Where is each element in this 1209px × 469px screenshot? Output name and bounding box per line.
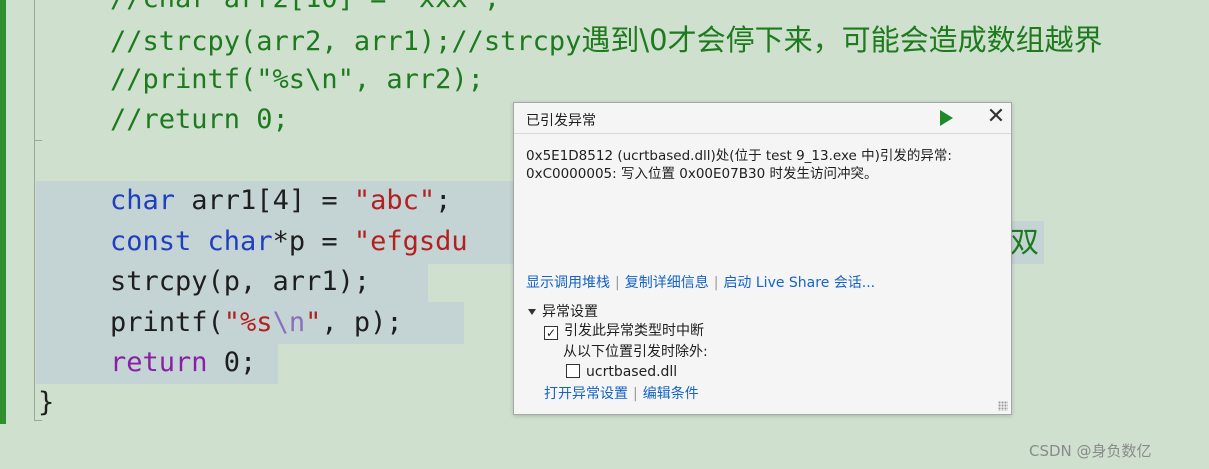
code-comment-cjk: 遇到\0才会停下来，可能会造成数组越界 — [581, 23, 1103, 57]
code-comment: //strcpy(arr2, arr1);//strcpy — [110, 26, 582, 57]
dialog-title: 已引发异常 — [526, 113, 596, 129]
fold-guide-tick — [34, 140, 42, 141]
link-separator: | — [633, 386, 638, 402]
code-text: *p = — [272, 226, 354, 257]
show-call-stack-link[interactable]: 显示调用堆栈 — [526, 275, 610, 291]
checkbox-checked[interactable]: ✓ — [544, 326, 558, 340]
dialog-links: 显示调用堆栈 | 复制详细信息 | 启动 Live Share 会话... — [526, 274, 875, 292]
exclude-dll-row[interactable]: ucrtbased.dll — [566, 363, 677, 381]
code-line: char arr1[4] = "abc"; — [110, 181, 451, 221]
code-keyword: return — [110, 347, 208, 378]
code-text: ; — [435, 185, 452, 216]
fold-guide-line — [34, 0, 35, 420]
except-label: 从以下位置引发时除外: — [563, 344, 708, 360]
section-title: 异常设置 — [542, 304, 598, 320]
code-line: const char*p = "efgsdu — [110, 222, 468, 262]
link-separator: | — [713, 275, 719, 291]
close-icon[interactable]: ✕ — [985, 106, 1007, 128]
checkbox-label: ucrtbased.dll — [586, 364, 678, 380]
code-line: } — [38, 387, 55, 418]
exception-dialog: 已引发异常 ✕ 0x5E1D8512 (ucrtbased.dll)处(位于 t… — [513, 102, 1012, 415]
code-keyword: const — [110, 226, 192, 257]
divider — [514, 133, 1011, 134]
open-exception-settings-link[interactable]: 打开异常设置 — [544, 386, 628, 402]
code-line: strcpy(p, arr1); — [110, 266, 371, 297]
exception-message-line: 0xC0000005: 写入位置 0x00E07B30 时发生访问冲突。 — [526, 166, 878, 182]
code-string: "%s — [223, 307, 273, 338]
collapse-triangle-icon — [528, 309, 536, 315]
exception-message-line: 0x5E1D8512 (ucrtbased.dll)处(位于 test 9_13… — [526, 148, 952, 164]
link-separator: | — [615, 275, 620, 291]
code-line: return 0; — [110, 343, 256, 383]
code-text: 0; — [207, 347, 257, 378]
code-comment-cjk: 双 — [1010, 225, 1040, 259]
code-line: //strcpy(arr2, arr1);//strcpy遇到\0才会停下来，可… — [110, 20, 1103, 60]
resize-grip-icon[interactable] — [998, 401, 1008, 411]
code-keyword: char — [207, 226, 273, 257]
live-share-link[interactable]: 启动 Live Share 会话... — [723, 275, 875, 291]
watermark: CSDN @身负数亿 — [1029, 442, 1152, 460]
code-string: " — [305, 307, 322, 338]
code-text: arr1[4] = — [175, 185, 354, 216]
change-indicator-bar — [0, 0, 6, 424]
checkbox-unchecked[interactable] — [566, 364, 580, 378]
copy-details-link[interactable]: 复制详细信息 — [625, 275, 709, 291]
code-string: "abc" — [353, 185, 436, 216]
code-text: , p); — [321, 307, 403, 338]
code-line: printf("%s\n", p); — [110, 303, 403, 343]
code-string: "efgsdu — [353, 226, 468, 257]
edit-conditions-link[interactable]: 编辑条件 — [643, 386, 699, 402]
code-escape: \n — [272, 307, 306, 338]
break-on-exception-row[interactable]: ✓ 引发此异常类型时中断 — [544, 322, 704, 340]
code-text: printf( — [110, 307, 224, 338]
checkbox-label: 引发此异常类型时中断 — [564, 323, 704, 339]
code-line: //return 0; — [110, 104, 289, 135]
dialog-settings-links: 打开异常设置 | 编辑条件 — [544, 385, 699, 403]
exception-settings-section[interactable]: 异常设置 — [528, 301, 598, 321]
code-comment-fragment: 双 — [1010, 222, 1039, 262]
code-keyword: char — [110, 185, 176, 216]
code-line: //printf("%s\n", arr2); — [110, 64, 484, 95]
code-line: //char arr2[10] = "xxx"; — [110, 0, 500, 19]
dialog-header: 已引发异常 ✕ — [514, 103, 1011, 133]
play-icon[interactable] — [940, 110, 953, 126]
